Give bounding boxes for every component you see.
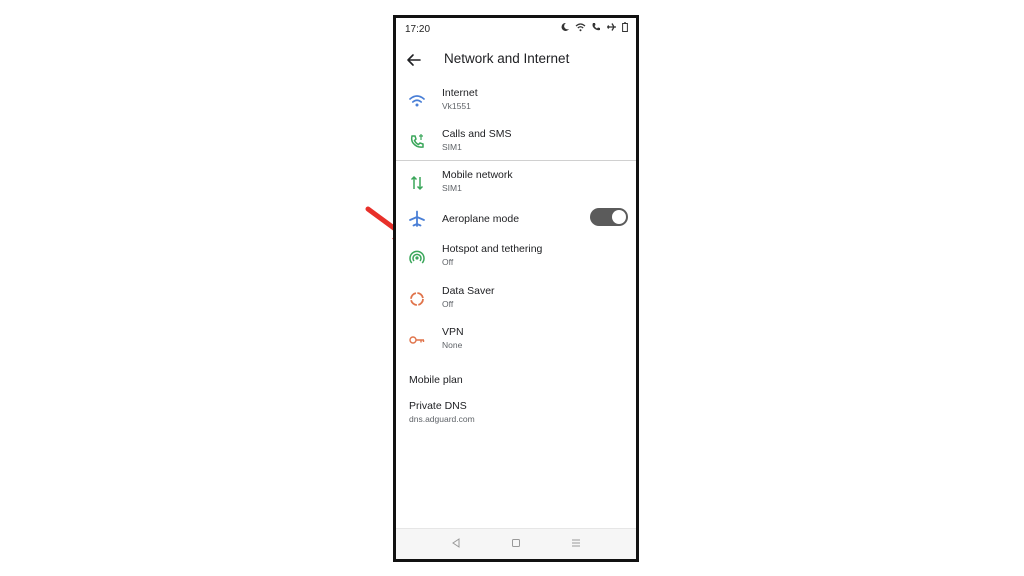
item-title: Calls and SMS [442, 128, 512, 140]
section-divider [396, 160, 636, 161]
item-title: Private DNS [409, 400, 467, 412]
item-subtitle: None [442, 340, 463, 350]
data-saver-icon [408, 290, 426, 308]
phone-icon [408, 133, 426, 151]
settings-item-private-dns[interactable]: Private DNS dns.adguard.com [396, 395, 636, 435]
item-title: Mobile plan [409, 374, 463, 386]
item-subtitle: SIM1 [442, 142, 462, 152]
settings-item-data-saver[interactable]: Data Saver Off [396, 280, 636, 320]
nav-back-icon[interactable] [449, 536, 463, 550]
item-title: Data Saver [442, 285, 495, 297]
item-subtitle: Off [442, 257, 454, 267]
phone-screen: 17:20 Network and Internet Internet Vk15… [393, 15, 639, 562]
wifi-icon [408, 92, 426, 110]
app-bar: Network and Internet [396, 44, 636, 76]
nav-home-icon[interactable] [509, 536, 523, 550]
hotspot-icon [408, 248, 426, 266]
back-arrow-icon[interactable] [404, 50, 424, 70]
settings-item-mobile-network[interactable]: Mobile network SIM1 [396, 164, 636, 204]
item-title: VPN [442, 326, 464, 338]
item-subtitle: SIM1 [442, 183, 462, 193]
item-subtitle: Vk1551 [442, 101, 471, 111]
airplane-icon [408, 210, 426, 228]
key-icon [408, 331, 426, 349]
airplane-status-icon [606, 22, 617, 32]
status-bar: 17:20 [396, 18, 636, 40]
item-title: Hotspot and tethering [442, 243, 543, 255]
navigation-bar [396, 528, 636, 559]
status-icons [560, 22, 628, 32]
settings-item-hotspot[interactable]: Hotspot and tethering Off [396, 238, 636, 278]
page-title: Network and Internet [444, 51, 570, 66]
do-not-disturb-moon-icon [560, 22, 570, 32]
status-time: 17:20 [405, 24, 431, 35]
item-subtitle: Off [442, 299, 454, 309]
settings-item-calls-sms[interactable]: Calls and SMS SIM1 [396, 123, 636, 163]
item-title: Internet [442, 87, 478, 99]
screenshot-stage: 17:20 Network and Internet Internet Vk15… [0, 0, 1024, 576]
item-title: Aeroplane mode [442, 213, 520, 225]
settings-item-internet[interactable]: Internet Vk1551 [396, 82, 636, 122]
settings-item-vpn[interactable]: VPN None [396, 321, 636, 361]
wifi-status-icon [575, 22, 586, 32]
aeroplane-mode-toggle[interactable] [590, 208, 628, 226]
toggle-knob [612, 210, 626, 224]
item-title: Mobile network [442, 169, 513, 181]
data-arrows-icon [408, 174, 426, 192]
item-subtitle: dns.adguard.com [409, 414, 475, 424]
call-status-icon [591, 22, 601, 32]
nav-menu-icon[interactable] [569, 536, 583, 550]
battery-icon [622, 22, 628, 32]
